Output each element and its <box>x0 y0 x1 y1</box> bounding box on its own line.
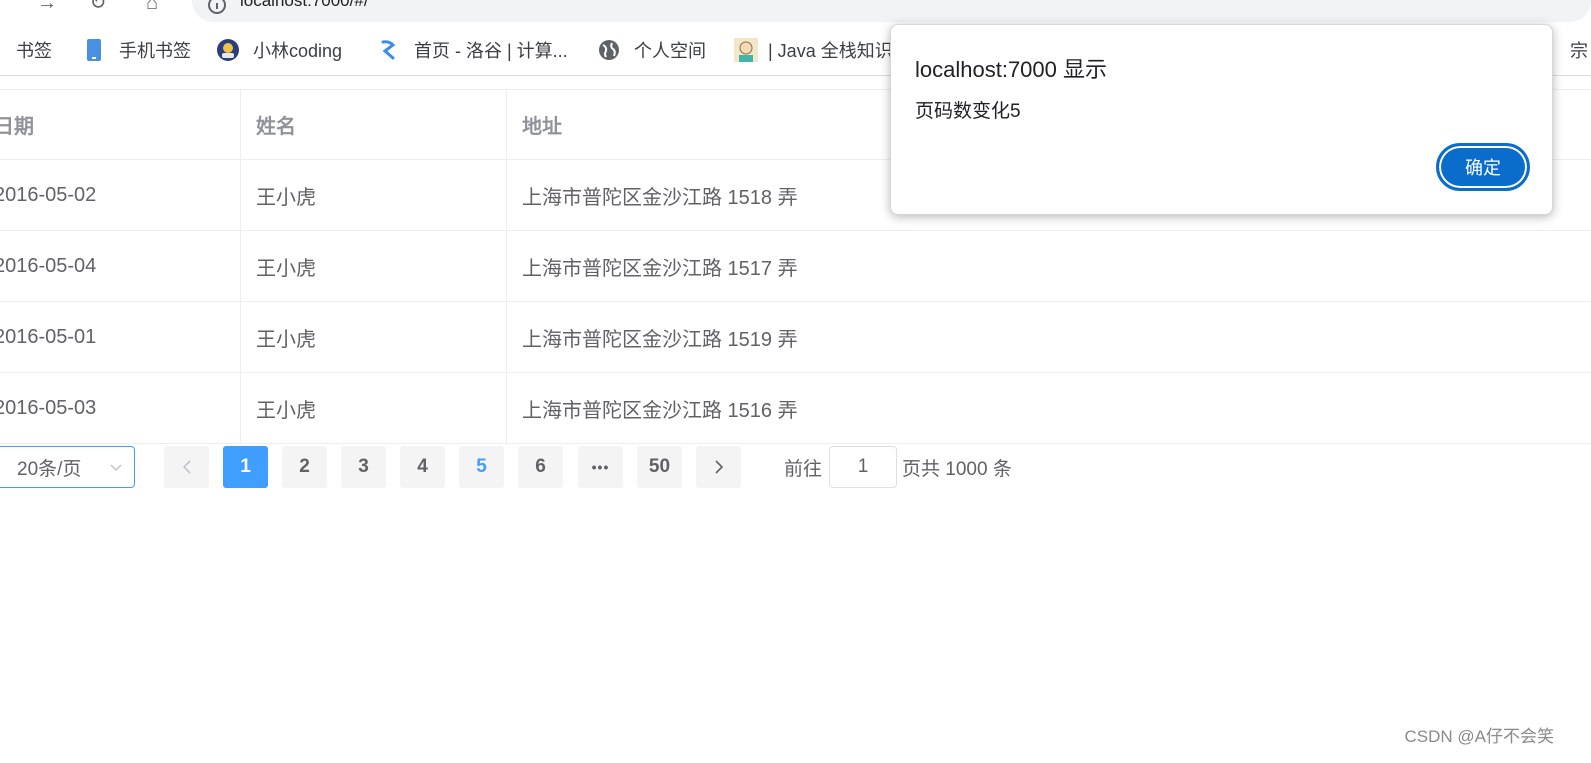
page-size-select[interactable]: 20条/页 <box>0 446 135 488</box>
bookmark-label: 手机书签 <box>119 41 191 61</box>
header-date[interactable]: 日期 <box>0 90 240 159</box>
forward-icon[interactable]: → <box>36 0 58 14</box>
alert-dialog: localhost:7000 显示 页码数变化5 确定 <box>890 24 1553 215</box>
page-size-value: 20条/页 <box>17 458 82 480</box>
dialog-message: 页码数变化5 <box>915 101 1021 122</box>
bookmark-star-icon <box>0 39 4 61</box>
bookmark-item[interactable]: 个人空间 <box>598 38 706 62</box>
page-button-2[interactable]: 2 <box>282 446 327 488</box>
bookmark-label: 首页 - 洛谷 | 计算... <box>414 41 568 61</box>
cell-address: 上海市普陀区金沙江路 1519 弄 <box>506 302 1591 372</box>
bookmark-item[interactable]: 小林coding <box>217 38 342 62</box>
next-page-button[interactable] <box>696 446 741 488</box>
home-icon[interactable]: ⌂ <box>141 0 163 14</box>
site-avatar-icon <box>217 39 239 61</box>
page-button-1[interactable]: 1 <box>223 446 268 488</box>
page-button-6[interactable]: 6 <box>518 446 563 488</box>
cell-date: 2016-05-02 <box>0 183 97 206</box>
bookmark-item[interactable]: 宗 <box>1570 38 1588 62</box>
globe-icon <box>598 39 620 61</box>
table-row[interactable]: 2016-05-03 王小虎 上海市普陀区金沙江路 1516 弄 <box>0 373 1591 444</box>
cartoon-avatar-icon <box>734 38 758 62</box>
goto-label: 前往 <box>784 458 823 480</box>
address-bar[interactable]: localhost:7000/#/ <box>192 0 1591 22</box>
prev-page-button[interactable] <box>164 446 209 488</box>
page-button-50[interactable]: 50 <box>637 446 682 488</box>
chevron-left-icon <box>182 460 191 474</box>
cell-name: 王小虎 <box>240 373 506 443</box>
reload-icon[interactable]: ↻ <box>87 0 109 14</box>
browser-toolbar: → ↻ ⌂ localhost:7000/#/ <box>0 0 1591 24</box>
cell-name: 王小虎 <box>240 302 506 372</box>
bookmark-label: 书签 <box>16 41 52 61</box>
bookmark-item[interactable]: 首页 - 洛谷 | 计算... <box>378 38 568 62</box>
ok-button[interactable]: 确定 <box>1436 143 1530 191</box>
luogu-icon <box>378 39 400 61</box>
bookmark-label: | Java 全栈知识 <box>768 41 893 61</box>
page-button-4[interactable]: 4 <box>400 446 445 488</box>
cell-date: 2016-05-03 <box>0 396 97 419</box>
dialog-title: localhost:7000 显示 <box>915 57 1107 82</box>
more-pages-button[interactable]: ••• <box>578 446 623 488</box>
table-row[interactable]: 2016-05-04 王小虎 上海市普陀区金沙江路 1517 弄 <box>0 231 1591 302</box>
bookmark-label: 宗 <box>1570 41 1588 61</box>
goto-page-input[interactable] <box>829 446 897 488</box>
site-info-icon[interactable] <box>208 0 226 14</box>
cell-address: 上海市普陀区金沙江路 1516 弄 <box>506 373 1591 443</box>
chevron-right-icon <box>714 460 723 474</box>
bookmark-item[interactable]: 手机书签 <box>83 38 191 62</box>
table-row[interactable]: 2016-05-01 王小虎 上海市普陀区金沙江路 1519 弄 <box>0 302 1591 373</box>
watermark: CSDN @A仔不会笑 <box>1404 727 1555 746</box>
cell-name: 王小虎 <box>240 160 506 230</box>
header-name[interactable]: 姓名 <box>240 90 506 159</box>
cell-date: 2016-05-01 <box>0 325 97 348</box>
bookmark-label: 个人空间 <box>634 41 706 61</box>
bookmark-item[interactable]: | Java 全栈知识 <box>734 38 893 62</box>
bookmark-label: 小林coding <box>253 41 343 61</box>
total-count: 页共 1000 条 <box>902 458 1012 480</box>
cell-date: 2016-05-04 <box>0 254 97 277</box>
bookmark-item[interactable]: 书签 <box>0 38 52 62</box>
pagination: 20条/页 1 2 3 4 5 6 ••• 50 前往 页共 1000 条 <box>0 446 1591 488</box>
page-button-3[interactable]: 3 <box>341 446 386 488</box>
phone-icon <box>83 39 105 61</box>
cell-name: 王小虎 <box>240 231 506 301</box>
chevron-down-icon <box>110 464 122 472</box>
url-text: localhost:7000/#/ <box>240 0 369 10</box>
cell-address: 上海市普陀区金沙江路 1517 弄 <box>506 231 1591 301</box>
page-button-5[interactable]: 5 <box>459 446 504 488</box>
